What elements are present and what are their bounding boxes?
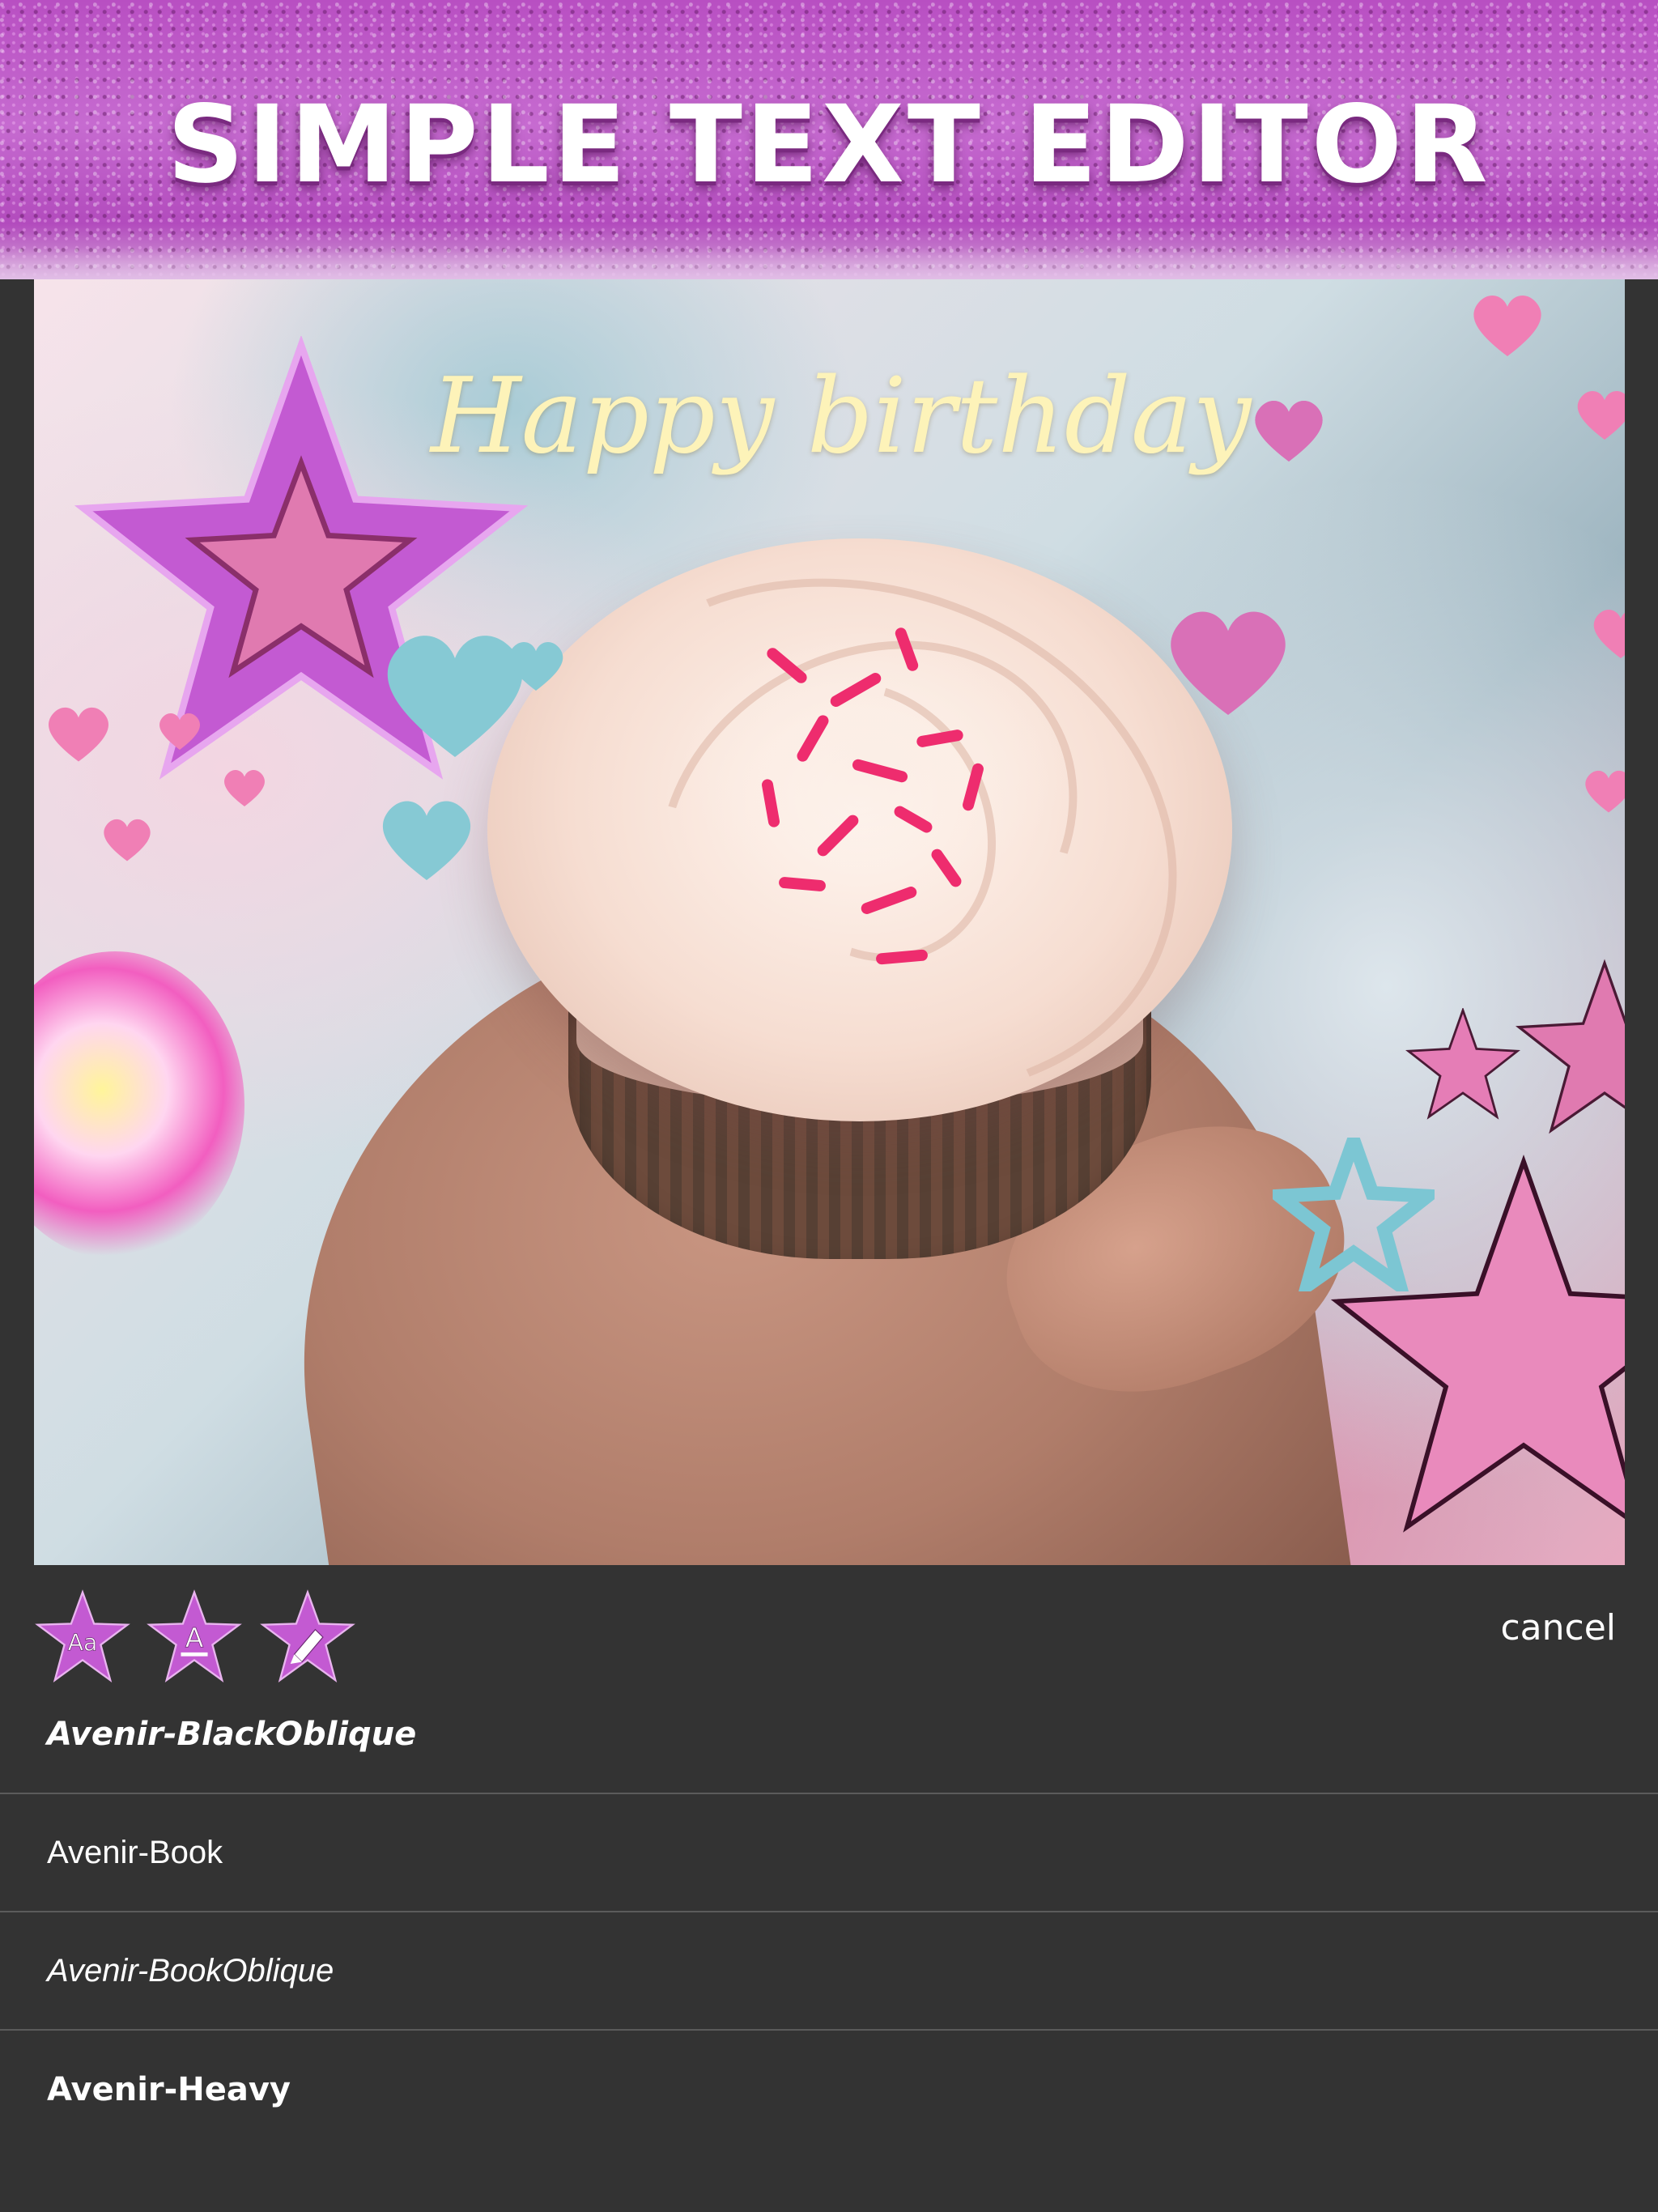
pink-heart-sticker	[104, 819, 151, 861]
font-name-label: Avenir-Heavy	[47, 2071, 291, 2108]
pink-heart-sticker	[1593, 610, 1625, 658]
pink-heart-sticker	[1585, 770, 1625, 813]
pink-heart-sticker	[159, 713, 200, 750]
birthday-text-overlay[interactable]: Happy birthday	[431, 356, 1251, 477]
pink-heart-sticker	[1255, 401, 1323, 462]
font-name-label: Avenir-Book	[47, 1834, 223, 1870]
font-list-item[interactable]: Avenir-BookOblique	[0, 1912, 1658, 2031]
cancel-button[interactable]: cancel	[1500, 1607, 1616, 1648]
font-name-label: Avenir-BlackOblique	[47, 1716, 417, 1753]
large-pink-star-sticker	[1330, 1154, 1625, 1533]
pink-heart-sticker	[1577, 391, 1625, 440]
editor-toolbar: Aa A cancel	[0, 1565, 1658, 1687]
heart-sticker-after-text	[1255, 401, 1323, 462]
app-header-banner: SIMPLE TEXT EDITOR	[0, 0, 1658, 279]
font-list-item[interactable]: Avenir-BlackOblique	[0, 1676, 1658, 1794]
font-name-label: Avenir-BookOblique	[47, 1952, 334, 1989]
app-title: SIMPLE TEXT EDITOR	[167, 83, 1491, 207]
photo-canvas[interactable]: Happy birthday	[34, 279, 1625, 1565]
font-icon: Aa	[35, 1589, 130, 1683]
glitter-burst-decoration	[34, 951, 244, 1259]
highlighter-tool-button[interactable]	[257, 1589, 358, 1685]
pink-star-sticker	[1516, 959, 1625, 1134]
highlighter-icon	[260, 1589, 355, 1683]
pink-heart-sticker	[49, 707, 108, 762]
font-list-item[interactable]: Avenir-Book	[0, 1794, 1658, 1912]
font-tool-button[interactable]: Aa	[32, 1589, 133, 1685]
pink-heart-sticker	[1473, 296, 1541, 356]
svg-text:A: A	[185, 1622, 204, 1653]
svg-text:Aa: Aa	[68, 1630, 98, 1657]
text-color-tool-button[interactable]: A	[144, 1589, 244, 1685]
text-color-icon: A	[147, 1589, 242, 1683]
pink-heart-sticker	[224, 770, 265, 806]
font-list-item[interactable]: Avenir-Heavy	[0, 2031, 1658, 2149]
cyan-heart-sticker-small	[382, 801, 471, 880]
font-list: Avenir-BlackOblique Avenir-Book Avenir-B…	[0, 1676, 1658, 2212]
small-pink-star-sticker	[1405, 1008, 1520, 1120]
